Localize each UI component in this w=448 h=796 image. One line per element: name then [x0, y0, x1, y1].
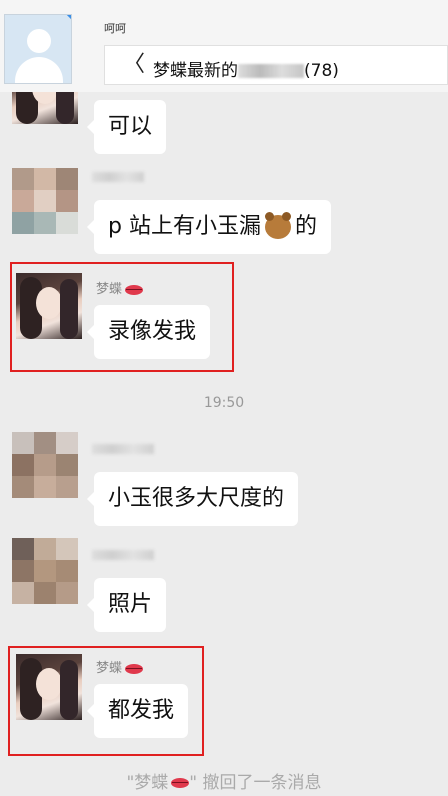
- group-avatar[interactable]: 群主: [4, 14, 72, 84]
- mosaic-tile: [34, 212, 56, 234]
- sender-avatar-pixelated[interactable]: [12, 168, 78, 234]
- mosaic-tile: [56, 476, 78, 498]
- back-icon[interactable]: 〈: [123, 54, 145, 76]
- mosaic-tile: [56, 168, 78, 190]
- mosaic-tile: [34, 560, 56, 582]
- sender-avatar[interactable]: [16, 654, 82, 720]
- mosaic-tile: [56, 560, 78, 582]
- message-bubble[interactable]: 可以: [86, 100, 167, 154]
- mosaic-tile: [56, 582, 78, 604]
- lips-icon: [125, 663, 144, 674]
- message-bubble[interactable]: 小玉很多大尺度的: [86, 472, 299, 526]
- mosaic-tile: [56, 432, 78, 454]
- mosaic-tile: [34, 454, 56, 476]
- mosaic-tile: [12, 476, 34, 498]
- message-text: 的: [294, 214, 317, 239]
- sender-name: 梦蝶: [96, 278, 144, 297]
- mosaic-tile: [34, 190, 56, 212]
- message-text: p 站上有小玉漏: [108, 214, 261, 239]
- avatar-face: [36, 668, 62, 700]
- chat-title: 梦蝶最新的 (78): [153, 56, 339, 81]
- group-member-name: 呵呵: [104, 22, 126, 35]
- recall-notice: "梦蝶 " 撤回了一条消息: [0, 768, 448, 793]
- mosaic-tile: [56, 538, 78, 560]
- mosaic-tile: [56, 212, 78, 234]
- message-bubble[interactable]: 录像发我: [86, 305, 211, 359]
- default-avatar-head-icon: [27, 29, 51, 53]
- lips-icon: [125, 284, 144, 295]
- sender-name: 梦蝶: [96, 657, 144, 676]
- message-bubble[interactable]: 都发我: [86, 684, 189, 738]
- chat-title-text: 梦蝶最新的: [153, 61, 238, 81]
- message-bubble[interactable]: p 站上有小玉漏 的: [87, 200, 331, 254]
- avatar-hair: [60, 279, 78, 339]
- mosaic-tile: [34, 538, 56, 560]
- message-timestamp: 19:50: [203, 395, 245, 411]
- sender-avatar[interactable]: [16, 273, 82, 339]
- message-bubble[interactable]: 照片: [86, 578, 167, 632]
- sender-avatar-pixelated[interactable]: [12, 432, 78, 498]
- mosaic-tile: [56, 454, 78, 476]
- mosaic-tile: [12, 582, 34, 604]
- avatar-hair: [60, 660, 78, 720]
- lips-icon: [171, 778, 190, 788]
- mosaic-tile: [12, 538, 34, 560]
- blurred-sender-name: [92, 550, 154, 560]
- sender-name-text: 梦蝶: [96, 661, 123, 676]
- mosaic-tile: [12, 432, 34, 454]
- mosaic-tile: [34, 168, 56, 190]
- sender-avatar-pixelated[interactable]: [12, 538, 78, 604]
- avatar-face: [36, 287, 62, 319]
- group-header-card: 群主 呵呵 〈 梦蝶最新的 (78): [0, 0, 448, 92]
- mosaic-tile: [12, 454, 34, 476]
- mosaic-tile: [34, 432, 56, 454]
- mosaic-tile: [56, 190, 78, 212]
- sender-name-text: 梦蝶: [96, 282, 123, 297]
- mosaic-tile: [12, 212, 34, 234]
- mosaic-tile: [12, 560, 34, 582]
- member-count: (78): [304, 61, 339, 81]
- chat-title-bar: 〈 梦蝶最新的 (78): [104, 45, 448, 85]
- default-avatar-body-icon: [15, 57, 63, 83]
- bear-face-icon: [264, 212, 291, 239]
- blurred-sender-name: [92, 172, 144, 182]
- blurred-sender-name: [92, 444, 154, 454]
- blurred-title-part: [238, 64, 304, 78]
- mosaic-tile: [12, 190, 34, 212]
- owner-badge: 群主: [62, 15, 71, 42]
- mosaic-tile: [12, 168, 34, 190]
- recall-notice-suffix: " 撤回了一条消息: [189, 773, 322, 793]
- recall-notice-prefix: "梦蝶: [126, 773, 169, 793]
- mosaic-tile: [34, 582, 56, 604]
- mosaic-tile: [34, 476, 56, 498]
